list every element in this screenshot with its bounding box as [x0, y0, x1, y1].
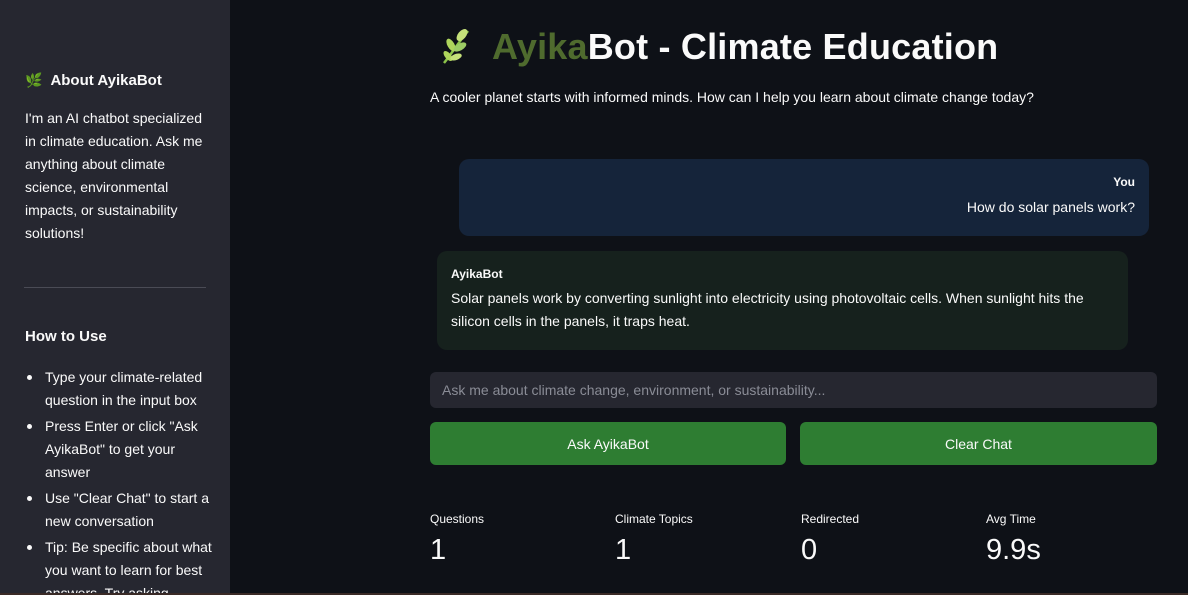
- metric-label: Climate Topics: [615, 512, 693, 526]
- page-title: Ayika Bot - Climate Education: [438, 26, 998, 68]
- howto-item: Tip: Be specific about what you want to …: [25, 536, 215, 595]
- message-author: You: [1113, 175, 1135, 189]
- question-input[interactable]: [430, 372, 1157, 408]
- leaf-icon: 🌿: [25, 72, 43, 88]
- sidebar-divider: [24, 287, 206, 288]
- howto-item: Type your climate-related question in th…: [25, 366, 215, 412]
- message-text: How do solar panels work?: [966, 199, 1135, 215]
- message-text: Solar panels work by converting sunlight…: [451, 290, 1084, 329]
- chat-message-user: You How do solar panels work?: [459, 159, 1149, 236]
- howto-item: Use "Clear Chat" to start a new conversa…: [25, 487, 215, 533]
- metric-questions: Questions 1: [430, 512, 600, 567]
- sidebar: 🌿 About AyikaBot I'm an AI chatbot speci…: [0, 0, 230, 595]
- metric-value: 1: [430, 534, 447, 566]
- sidebar-howto-title: How to Use: [25, 328, 107, 345]
- metric-avg-time: Avg Time 9.9s: [986, 512, 1156, 567]
- title-rest: Bot - Climate Education: [587, 26, 999, 67]
- metric-climate-topics: Climate Topics 1: [615, 512, 785, 567]
- main-content: Ayika Bot - Climate Education A cooler pl…: [230, 0, 1188, 595]
- title-brand: Ayika: [492, 26, 588, 67]
- metric-value: 1: [615, 534, 632, 566]
- clear-chat-button[interactable]: Clear Chat: [800, 422, 1157, 465]
- message-author: AyikaBot: [451, 267, 503, 281]
- metric-label: Redirected: [801, 512, 860, 526]
- chat-message-bot: AyikaBot Solar panels work by converting…: [437, 251, 1128, 350]
- metric-redirected: Redirected 0: [801, 512, 971, 567]
- sidebar-about-heading: 🌿 About AyikaBot: [25, 72, 162, 89]
- metric-label: Avg Time: [986, 512, 1036, 526]
- sidebar-about-text: I'm an AI chatbot specialized in climate…: [25, 110, 203, 241]
- metric-value: 0: [801, 534, 818, 566]
- howto-item: Press Enter or click "Ask AyikaBot" to g…: [25, 415, 215, 484]
- ask-button[interactable]: Ask AyikaBot: [430, 422, 786, 465]
- sidebar-about-title: About AyikaBot: [50, 72, 162, 89]
- leaf-icon: [443, 29, 469, 64]
- sidebar-howto-list: Type your climate-related question in th…: [25, 366, 215, 595]
- metric-label: Questions: [430, 512, 485, 526]
- metric-value: 9.9s: [986, 534, 1041, 566]
- page-subtitle: A cooler planet starts with informed min…: [430, 89, 1034, 105]
